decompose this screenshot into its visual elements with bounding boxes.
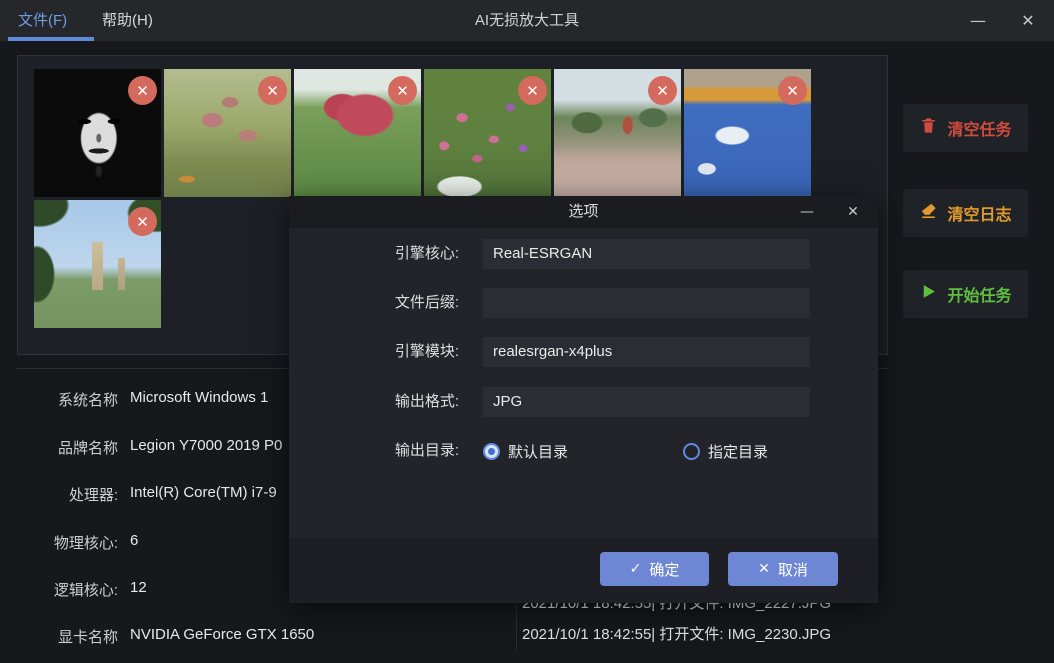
radio-unselected-icon	[683, 443, 700, 460]
x-icon: ✕	[758, 561, 770, 577]
check-icon: ✓	[630, 561, 642, 577]
output-format-field[interactable]: JPG	[483, 387, 810, 417]
brand-name-value: Legion Y7000 2019 P0	[130, 437, 282, 454]
thumbnail-red-maple[interactable]: ✕	[294, 69, 421, 197]
clear-tasks-button[interactable]: 清空任务	[903, 104, 1028, 152]
log-line: 2021/10/1 18:42:55| 打开文件: IMG_2230.JPG	[522, 623, 831, 644]
cpu-label: 处理器:	[17, 484, 118, 505]
engine-core-field[interactable]: Real-ESRGAN	[483, 239, 810, 269]
output-dir-radio-group: 默认目录 指定目录	[483, 436, 813, 466]
menubar: 文件(F) 帮助(H) AI无损放大工具 — ✕	[0, 0, 1054, 41]
radio-default-dir[interactable]: 默认目录	[483, 436, 568, 466]
output-dir-label: 输出目录:	[349, 436, 459, 466]
engine-core-label: 引擎核心:	[349, 239, 459, 269]
output-format-label: 输出格式:	[349, 387, 459, 417]
thumbnail-sky-roof[interactable]: ✕	[684, 69, 811, 197]
start-task-label: 开始任务	[947, 282, 1011, 306]
radio-custom-dir[interactable]: 指定目录	[683, 436, 768, 466]
menu-help[interactable]: 帮助(H)	[92, 0, 163, 41]
menu-active-underline	[8, 37, 94, 41]
dialog-controls: — ✕	[796, 196, 864, 228]
radio-default-dir-label: 默认目录	[508, 441, 568, 462]
cpu-value: Intel(R) Core(TM) i7-9	[130, 484, 277, 501]
dialog-title: 选项	[289, 196, 878, 228]
brand-name-label: 品牌名称	[17, 437, 118, 458]
close-icon[interactable]: ✕	[1014, 7, 1042, 35]
menu-file[interactable]: 文件(F)	[8, 0, 77, 41]
system-name-value: Microsoft Windows 1	[130, 389, 268, 406]
minimize-icon[interactable]: —	[964, 7, 992, 35]
thumbnail-park-path[interactable]: ✕	[554, 69, 681, 197]
eraser-icon	[919, 201, 938, 225]
cancel-button-label: 取消	[778, 559, 808, 580]
engine-module-label: 引擎模块:	[349, 337, 459, 367]
cancel-button[interactable]: ✕ 取消	[728, 552, 838, 586]
app-window: 文件(F) 帮助(H) AI无损放大工具 — ✕ ✕ ✕ ✕ ✕ ✕ ✕ ✕	[0, 0, 1054, 663]
dialog-close-icon[interactable]: ✕	[842, 201, 864, 223]
remove-thumbnail-icon[interactable]: ✕	[388, 76, 417, 105]
physical-cores-value: 6	[130, 532, 138, 549]
thumbnail-mask[interactable]: ✕	[34, 69, 161, 197]
trash-icon	[919, 116, 938, 140]
play-icon	[919, 282, 938, 306]
engine-module-field[interactable]: realesrgan-x4plus	[483, 337, 810, 367]
options-dialog: 选项 — ✕ 引擎核心: Real-ESRGAN 文件后缀: 引擎模块: rea…	[289, 196, 878, 603]
dialog-footer: ✓ 确定 ✕ 取消	[289, 538, 878, 603]
ok-button-label: 确定	[649, 559, 679, 580]
dialog-titlebar: 选项 — ✕	[289, 196, 878, 228]
file-suffix-label: 文件后缀:	[349, 288, 459, 318]
thumbnail-pagoda-lake[interactable]: ✕	[34, 200, 161, 328]
remove-thumbnail-icon[interactable]: ✕	[778, 76, 807, 105]
logical-cores-label: 逻辑核心:	[17, 579, 118, 600]
remove-thumbnail-icon[interactable]: ✕	[258, 76, 287, 105]
clear-logs-button[interactable]: 清空日志	[903, 189, 1028, 237]
thumbnail-blossom-pond[interactable]: ✕	[164, 69, 291, 197]
physical-cores-label: 物理核心:	[17, 532, 118, 553]
remove-thumbnail-icon[interactable]: ✕	[128, 207, 157, 236]
radio-custom-dir-label: 指定目录	[708, 441, 768, 462]
clear-tasks-label: 清空任务	[947, 116, 1011, 140]
remove-thumbnail-icon[interactable]: ✕	[518, 76, 547, 105]
gpu-value: NVIDIA GeForce GTX 1650	[130, 626, 314, 643]
system-name-label: 系统名称	[17, 389, 118, 410]
thumbnail-flowers[interactable]: ✕	[424, 69, 551, 197]
dialog-minimize-icon[interactable]: —	[796, 201, 818, 223]
remove-thumbnail-icon[interactable]: ✕	[648, 76, 677, 105]
radio-selected-icon	[483, 443, 500, 460]
file-suffix-field[interactable]	[483, 288, 810, 318]
logical-cores-value: 12	[130, 579, 147, 596]
start-task-button[interactable]: 开始任务	[903, 270, 1028, 318]
window-controls: — ✕	[964, 0, 1042, 41]
gpu-label: 显卡名称	[17, 626, 118, 647]
clear-logs-label: 清空日志	[947, 201, 1011, 225]
remove-thumbnail-icon[interactable]: ✕	[128, 76, 157, 105]
ok-button[interactable]: ✓ 确定	[600, 552, 709, 586]
